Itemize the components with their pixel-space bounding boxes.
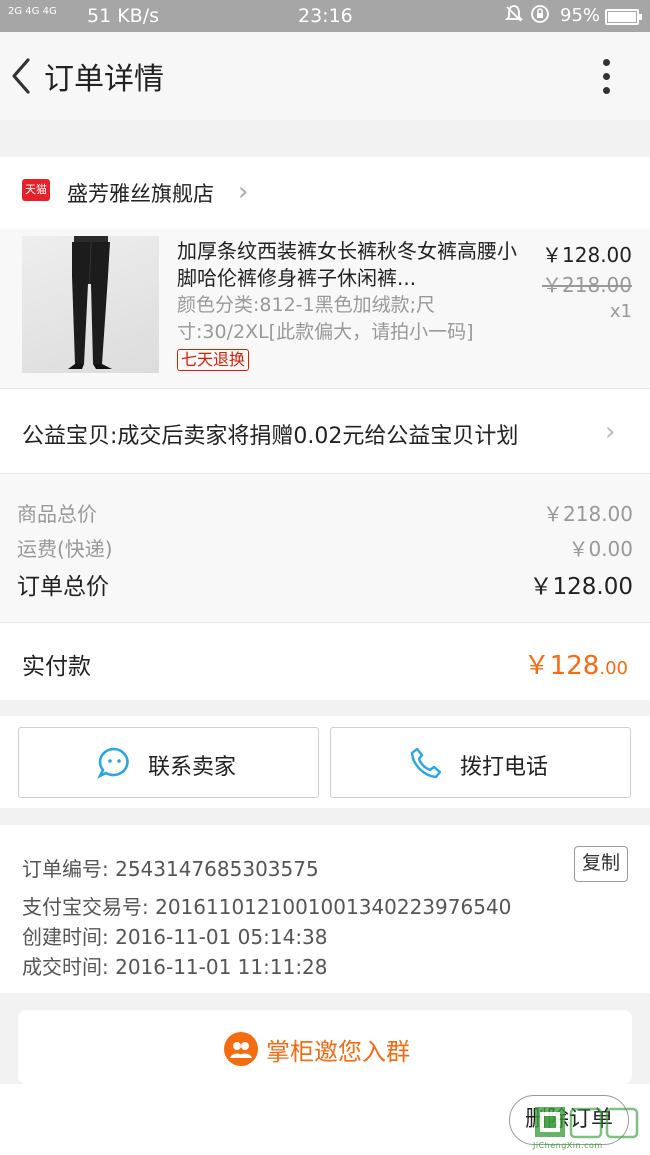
shop-header[interactable]: 天猫 盛芳雅丝旗舰店 › — [0, 157, 650, 229]
network-speed: 51 KB/s — [87, 5, 160, 27]
shipping-row: 运费(快递) ￥0.00 — [17, 533, 633, 562]
clock: 23:16 — [298, 5, 353, 27]
shipping-value: ￥0.00 — [568, 537, 633, 561]
watermark-text: JiChengXin.com — [533, 1141, 603, 1150]
shipping-label: 运费(快递) — [17, 537, 113, 561]
status-bar: 2G 4G 4G 51 KB/s 23:16 95% — [0, 0, 650, 32]
contact-seller-button[interactable]: 联系卖家 — [18, 727, 319, 798]
battery-percent: 95% — [560, 5, 601, 26]
order-total-row: 订单总价 ￥128.00 — [17, 567, 633, 601]
status-icons — [504, 4, 550, 29]
goods-total-value: ￥218.00 — [543, 502, 633, 526]
order-info: 订单编号: 2543147685303575 支付宝交易号: 201611012… — [0, 825, 650, 993]
chevron-right-icon: › — [605, 417, 616, 447]
price-summary: 商品总价 ￥218.00 运费(快递) ￥0.00 订单总价 ￥128.00 — [0, 474, 650, 622]
back-arrow-icon[interactable] — [8, 54, 36, 98]
charity-row[interactable]: 公益宝贝:成交后卖家将捐赠0.02元给公益宝贝计划 › — [0, 388, 650, 474]
rotation-lock-icon — [530, 5, 549, 23]
chevron-right-icon: › — [238, 177, 249, 207]
product-item[interactable]: 加厚条纹西装裤女长裤秋冬女裤高腰小脚哈伦裤修身裤子休闲裤... 颜色分类:812… — [0, 229, 650, 388]
nav-bar: 订单详情 — [0, 32, 650, 120]
completed-time: 成交时间: 2016-11-01 11:11:28 — [22, 955, 328, 979]
order-number: 订单编号: 2543147685303575 — [22, 857, 319, 881]
product-sku: 颜色分类:812-1黑色加绒款;尺寸:30/2XL[此款偏大，请拍小一码] — [177, 294, 474, 343]
copy-button[interactable]: 复制 — [574, 846, 628, 882]
goods-total-row: 商品总价 ￥218.00 — [17, 498, 633, 527]
signal-indicator: 2G 4G 4G — [8, 6, 57, 17]
order-total-label: 订单总价 — [17, 574, 109, 600]
product-price: ￥128.00 — [542, 243, 632, 267]
alipay-number: 支付宝交易号: 2016110121001001340223976540 — [22, 895, 512, 919]
charity-text: 公益宝贝:成交后卖家将捐赠0.02元给公益宝贝计划 — [22, 424, 519, 449]
paid-label: 实付款 — [22, 654, 91, 680]
battery-icon — [605, 9, 642, 25]
paid-currency: ￥ — [523, 651, 550, 681]
shop-name: 盛芳雅丝旗舰店 — [67, 182, 214, 206]
goods-total-label: 商品总价 — [17, 502, 97, 526]
paid-amount: ￥128.00 — [524, 645, 628, 682]
join-group-banner[interactable]: 掌柜邀您入群 — [18, 1010, 632, 1084]
mute-icon — [504, 5, 524, 22]
more-options-icon[interactable] — [596, 56, 616, 96]
watermark-logo-icon — [535, 1107, 639, 1139]
call-seller-button[interactable]: 拨打电话 — [330, 727, 631, 798]
pants-figure-icon — [68, 236, 112, 369]
product-image — [22, 236, 159, 373]
chat-bubble-icon — [97, 747, 129, 779]
order-total-value: ￥128.00 — [529, 574, 633, 600]
paid-amount-row: 实付款 ￥128.00 — [0, 622, 650, 700]
action-buttons: 联系卖家 拨打电话 — [0, 716, 650, 808]
contact-seller-label: 联系卖家 — [148, 755, 237, 780]
call-seller-label: 拨打电话 — [460, 755, 549, 780]
return-policy-badge: 七天退换 — [177, 349, 250, 371]
page-title: 订单详情 — [44, 62, 164, 97]
site-watermark: JiChengXin.com — [533, 1103, 645, 1151]
tmall-logo-icon: 天猫 — [22, 179, 50, 201]
created-time: 创建时间: 2016-11-01 05:14:38 — [22, 925, 328, 949]
product-quantity: x1 — [609, 301, 632, 322]
paid-integer: 128 — [549, 651, 600, 681]
product-original-price: ￥218.00 — [542, 273, 632, 297]
paid-decimal: .00 — [599, 658, 628, 679]
product-title: 加厚条纹西装裤女长裤秋冬女裤高腰小脚哈伦裤修身裤子休闲裤... — [177, 239, 517, 290]
join-group-label: 掌柜邀您入群 — [266, 1038, 410, 1066]
group-chat-icon — [224, 1032, 258, 1066]
phone-icon — [410, 747, 442, 779]
